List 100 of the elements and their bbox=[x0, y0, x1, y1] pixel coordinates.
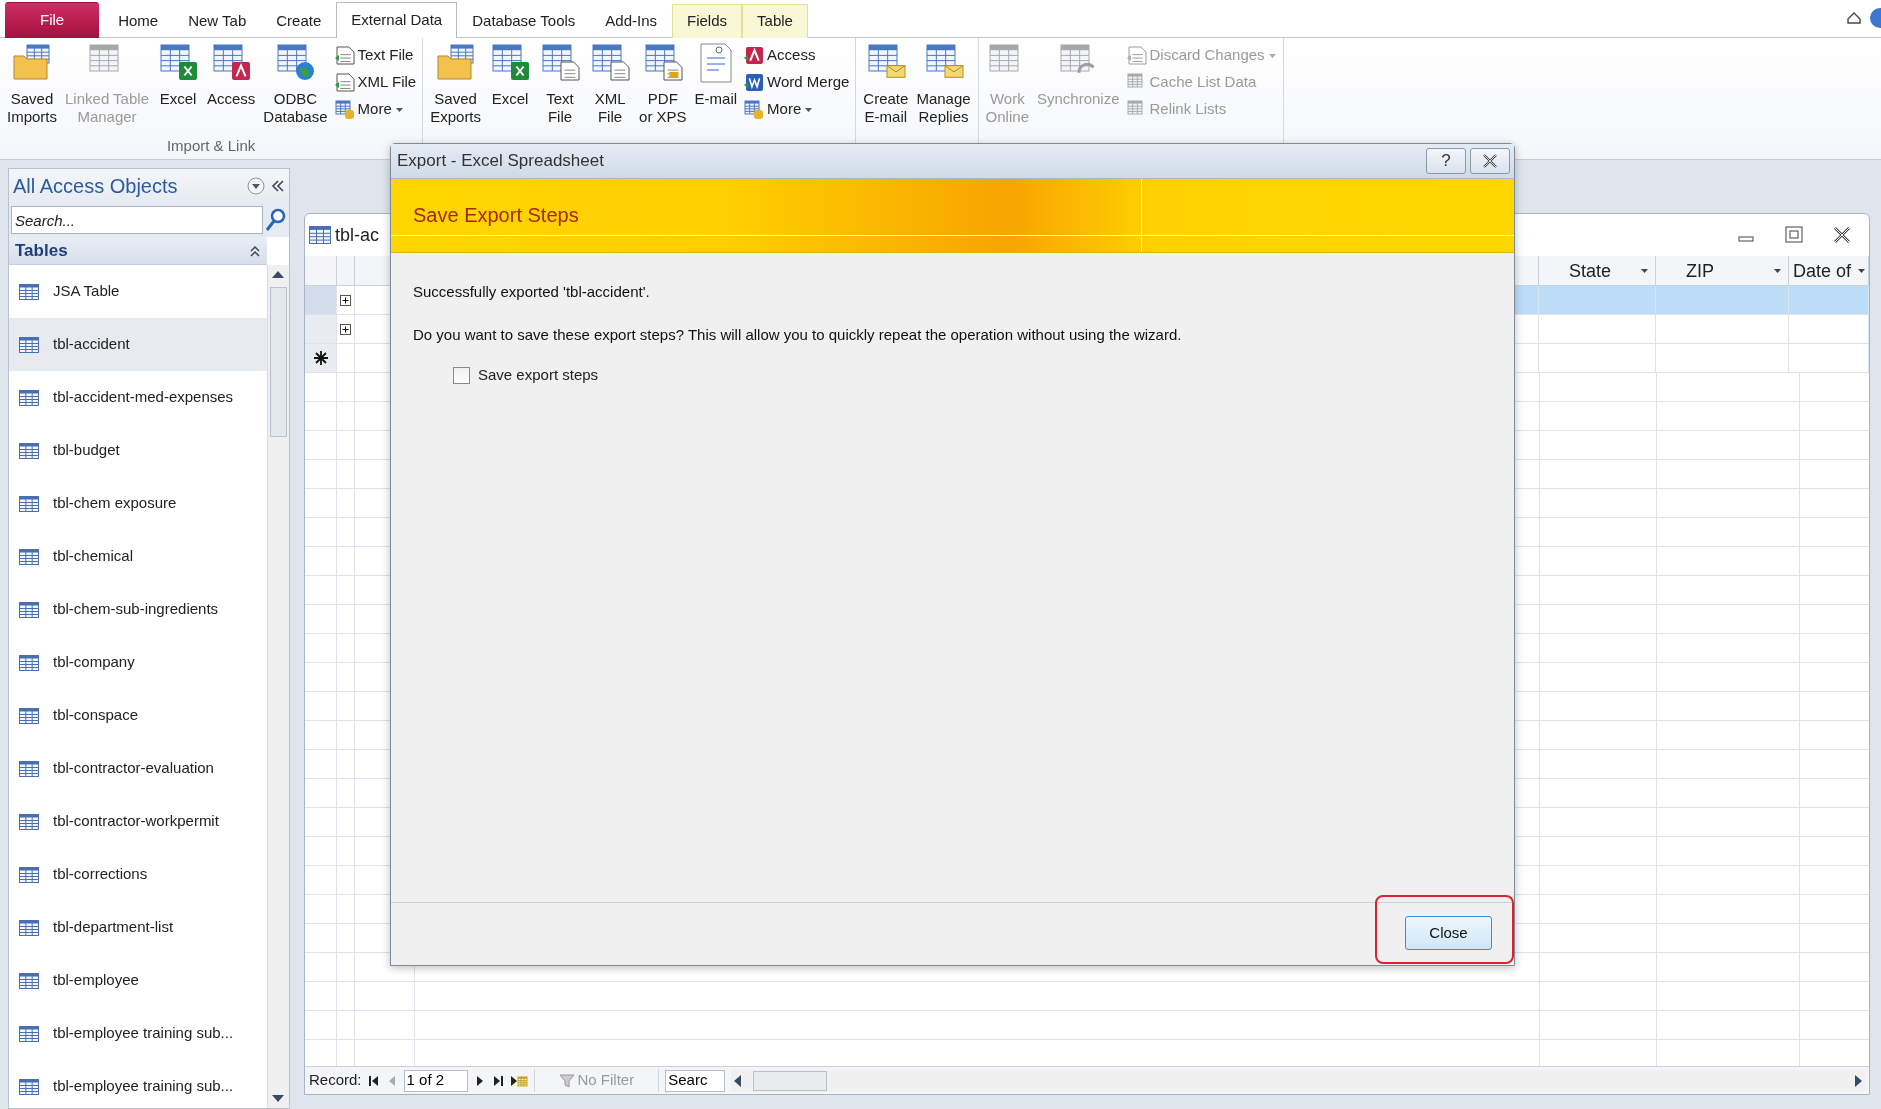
search-field[interactable]: Searc bbox=[665, 1069, 726, 1092]
ribbon-button[interactable]: Saved Imports bbox=[3, 40, 61, 128]
table-item[interactable]: tbl-accident bbox=[9, 318, 267, 371]
new-record-icon[interactable] bbox=[509, 1074, 528, 1087]
filter-icon bbox=[558, 1072, 575, 1089]
dropdown-icon[interactable] bbox=[1640, 267, 1649, 274]
collapse-section-icon[interactable] bbox=[249, 244, 261, 257]
table-icon bbox=[744, 99, 765, 120]
table-item[interactable]: tbl-department-list bbox=[9, 901, 267, 954]
horizontal-scrollbar[interactable] bbox=[731, 1069, 1865, 1092]
expand-icon[interactable] bbox=[340, 323, 351, 335]
scroll-thumb[interactable] bbox=[270, 287, 287, 437]
table-icon bbox=[334, 99, 355, 120]
table-icon bbox=[19, 389, 39, 406]
table-item[interactable]: tbl-employee training sub... bbox=[9, 1060, 267, 1108]
column-title: State bbox=[1569, 261, 1612, 280]
expand-icon[interactable] bbox=[340, 294, 351, 306]
column-header[interactable]: Date of bbox=[1789, 256, 1869, 286]
ribbon-button[interactable]: PDF or XPS bbox=[635, 40, 691, 128]
ribbon-button[interactable]: More bbox=[331, 97, 420, 122]
dropdown-icon[interactable] bbox=[1857, 267, 1866, 274]
table-item[interactable]: tbl-chem exposure bbox=[9, 477, 267, 530]
table-item[interactable]: tbl-contractor-evaluation bbox=[9, 742, 267, 795]
table-icon bbox=[19, 707, 39, 724]
message-text: Successfully exported 'tbl-accident'. bbox=[413, 282, 651, 302]
close-icon bbox=[1482, 154, 1498, 168]
dialog-heading: Save Export Steps bbox=[413, 203, 579, 227]
ribbon-button[interactable]: XML File bbox=[331, 70, 420, 95]
ribbon-button[interactable]: Saved Exports bbox=[426, 40, 486, 128]
column-header[interactable]: ZIP bbox=[1656, 256, 1789, 286]
ribbon-tab[interactable]: New Tab bbox=[173, 4, 262, 38]
table-item[interactable]: tbl-employee training sub... bbox=[9, 1007, 267, 1060]
row-selector[interactable] bbox=[305, 344, 337, 373]
record-position-field[interactable]: 1 of 2 bbox=[403, 1069, 468, 1092]
ribbon-button[interactable]: Word Merge bbox=[741, 70, 853, 95]
column-header[interactable]: State bbox=[1539, 256, 1656, 286]
collapse-ribbon-icon[interactable] bbox=[1847, 12, 1861, 24]
ribbon-button[interactable]: More bbox=[741, 97, 853, 122]
ribbon-button[interactable]: Manage Replies bbox=[912, 40, 975, 128]
dropdown-icon[interactable] bbox=[247, 177, 265, 195]
ribbon-tab[interactable]: Table bbox=[742, 4, 808, 38]
last-record-icon[interactable] bbox=[491, 1074, 504, 1087]
table-item[interactable]: tbl-budget bbox=[9, 424, 267, 477]
first-record-icon[interactable] bbox=[367, 1074, 380, 1087]
table-item[interactable]: tbl-corrections bbox=[9, 848, 267, 901]
table-item[interactable]: tbl-employee bbox=[9, 954, 267, 1007]
close-icon[interactable] bbox=[1833, 226, 1851, 244]
table-icon bbox=[19, 972, 39, 989]
ribbon-tab[interactable]: Database Tools bbox=[457, 4, 591, 38]
checkbox[interactable] bbox=[453, 366, 470, 384]
restore-icon[interactable] bbox=[1785, 226, 1803, 244]
ribbon-button[interactable]: E-mail bbox=[690, 40, 742, 110]
table-icon bbox=[19, 919, 39, 936]
ribbon-tab[interactable]: Fields bbox=[672, 4, 743, 38]
table-item[interactable]: tbl-accident-med-expenses bbox=[9, 371, 267, 424]
table-item[interactable]: JSA Table bbox=[9, 265, 267, 318]
table-icon bbox=[19, 548, 39, 565]
table-icon bbox=[19, 1078, 39, 1095]
document-icon bbox=[334, 45, 355, 66]
database-icon bbox=[744, 45, 765, 66]
table-item[interactable]: tbl-conspace bbox=[9, 689, 267, 742]
ribbon-tab[interactable]: Create bbox=[261, 4, 337, 38]
ribbon-button[interactable]: Access bbox=[741, 43, 853, 68]
ribbon-button[interactable]: Text File bbox=[535, 40, 586, 128]
ribbon-button[interactable]: Access bbox=[203, 40, 260, 110]
dropdown-icon[interactable] bbox=[1773, 267, 1782, 274]
ribbon-button[interactable]: Text File bbox=[331, 43, 420, 68]
search-field[interactable]: Search... bbox=[11, 206, 263, 234]
scrollbar[interactable] bbox=[267, 265, 289, 1108]
table-item[interactable]: tbl-company bbox=[9, 636, 267, 689]
ribbon-tab[interactable]: Add-Ins bbox=[590, 4, 673, 38]
scroll-thumb[interactable] bbox=[753, 1070, 828, 1091]
table-icon bbox=[19, 760, 39, 777]
table-icon bbox=[19, 654, 39, 671]
ribbon-tab[interactable]: File bbox=[5, 2, 100, 38]
ribbon-tab[interactable]: Home bbox=[103, 4, 174, 38]
help-button[interactable]: ? bbox=[1426, 148, 1466, 174]
ribbon-button[interactable]: Create E-mail bbox=[859, 40, 913, 128]
document-icon bbox=[539, 42, 582, 84]
table-icon bbox=[19, 866, 39, 883]
ribbon-tab[interactable]: External Data bbox=[336, 2, 458, 38]
table-item[interactable]: tbl-chem-sub-ingredients bbox=[9, 583, 267, 636]
collapse-pane-icon[interactable] bbox=[271, 180, 285, 192]
help-icon[interactable] bbox=[1869, 8, 1881, 28]
checkbox-label[interactable]: Save export steps bbox=[478, 364, 599, 387]
close-button[interactable] bbox=[1470, 148, 1510, 174]
document-icon bbox=[589, 42, 632, 84]
asterisk-icon bbox=[313, 351, 328, 365]
table-item[interactable]: tbl-contractor-workpermit bbox=[9, 795, 267, 848]
close-button[interactable]: Close bbox=[1405, 916, 1492, 950]
ribbon-button[interactable]: XML File bbox=[585, 40, 636, 128]
document-tab[interactable]: tbl-ac bbox=[335, 221, 379, 249]
table-item[interactable]: tbl-chemical bbox=[9, 530, 267, 583]
question-text: Do you want to save these export steps? This will allow you to quickly repeat the operation without using the wizard. bbox=[413, 324, 1183, 345]
ribbon-button[interactable]: Excel bbox=[485, 40, 536, 110]
ribbon-button[interactable]: Excel bbox=[153, 40, 203, 110]
search-icon[interactable] bbox=[265, 208, 287, 232]
column-title: Date of bbox=[1793, 261, 1852, 280]
section-title[interactable]: Tables bbox=[15, 237, 68, 264]
ribbon-button[interactable]: ODBC Database bbox=[259, 40, 332, 128]
